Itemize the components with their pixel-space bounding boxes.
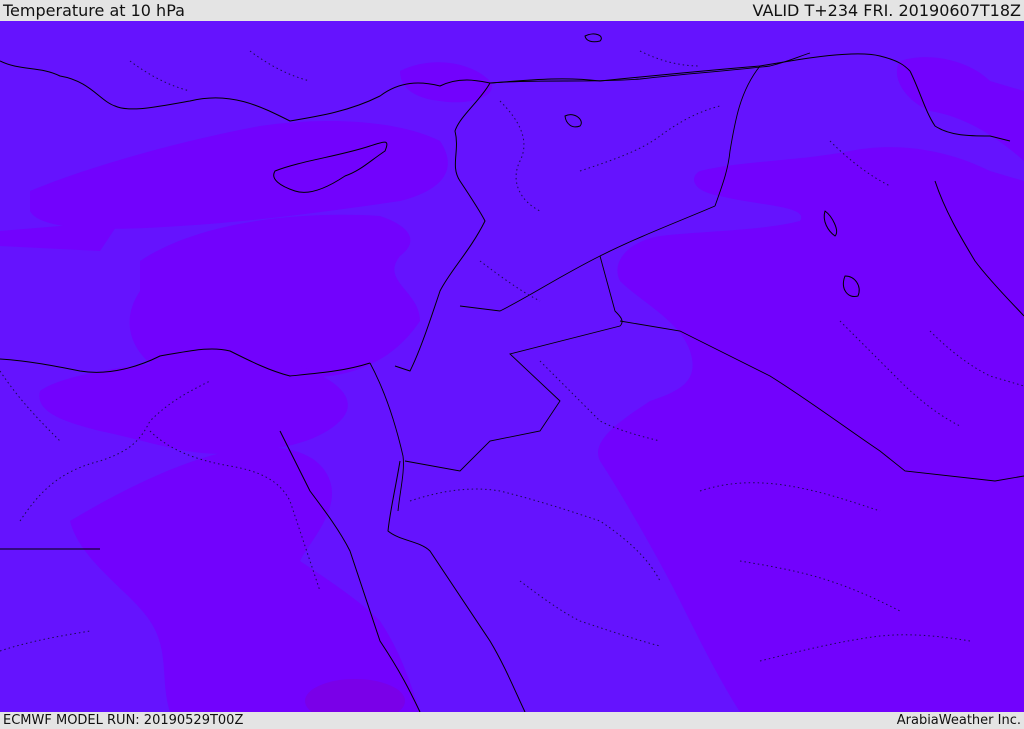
model-run: ECMWF MODEL RUN: 20190529T00Z bbox=[3, 713, 244, 728]
temperature-map bbox=[0, 21, 1024, 712]
footer-bar: ECMWF MODEL RUN: 20190529T00Z ArabiaWeat… bbox=[0, 712, 1024, 729]
valid-time: VALID T+234 FRI. 20190607T18Z bbox=[752, 1, 1021, 20]
header-bar: Temperature at 10 hPa VALID T+234 FRI. 2… bbox=[0, 0, 1024, 21]
map-title: Temperature at 10 hPa bbox=[3, 1, 185, 20]
credit: ArabiaWeather Inc. bbox=[896, 713, 1021, 728]
